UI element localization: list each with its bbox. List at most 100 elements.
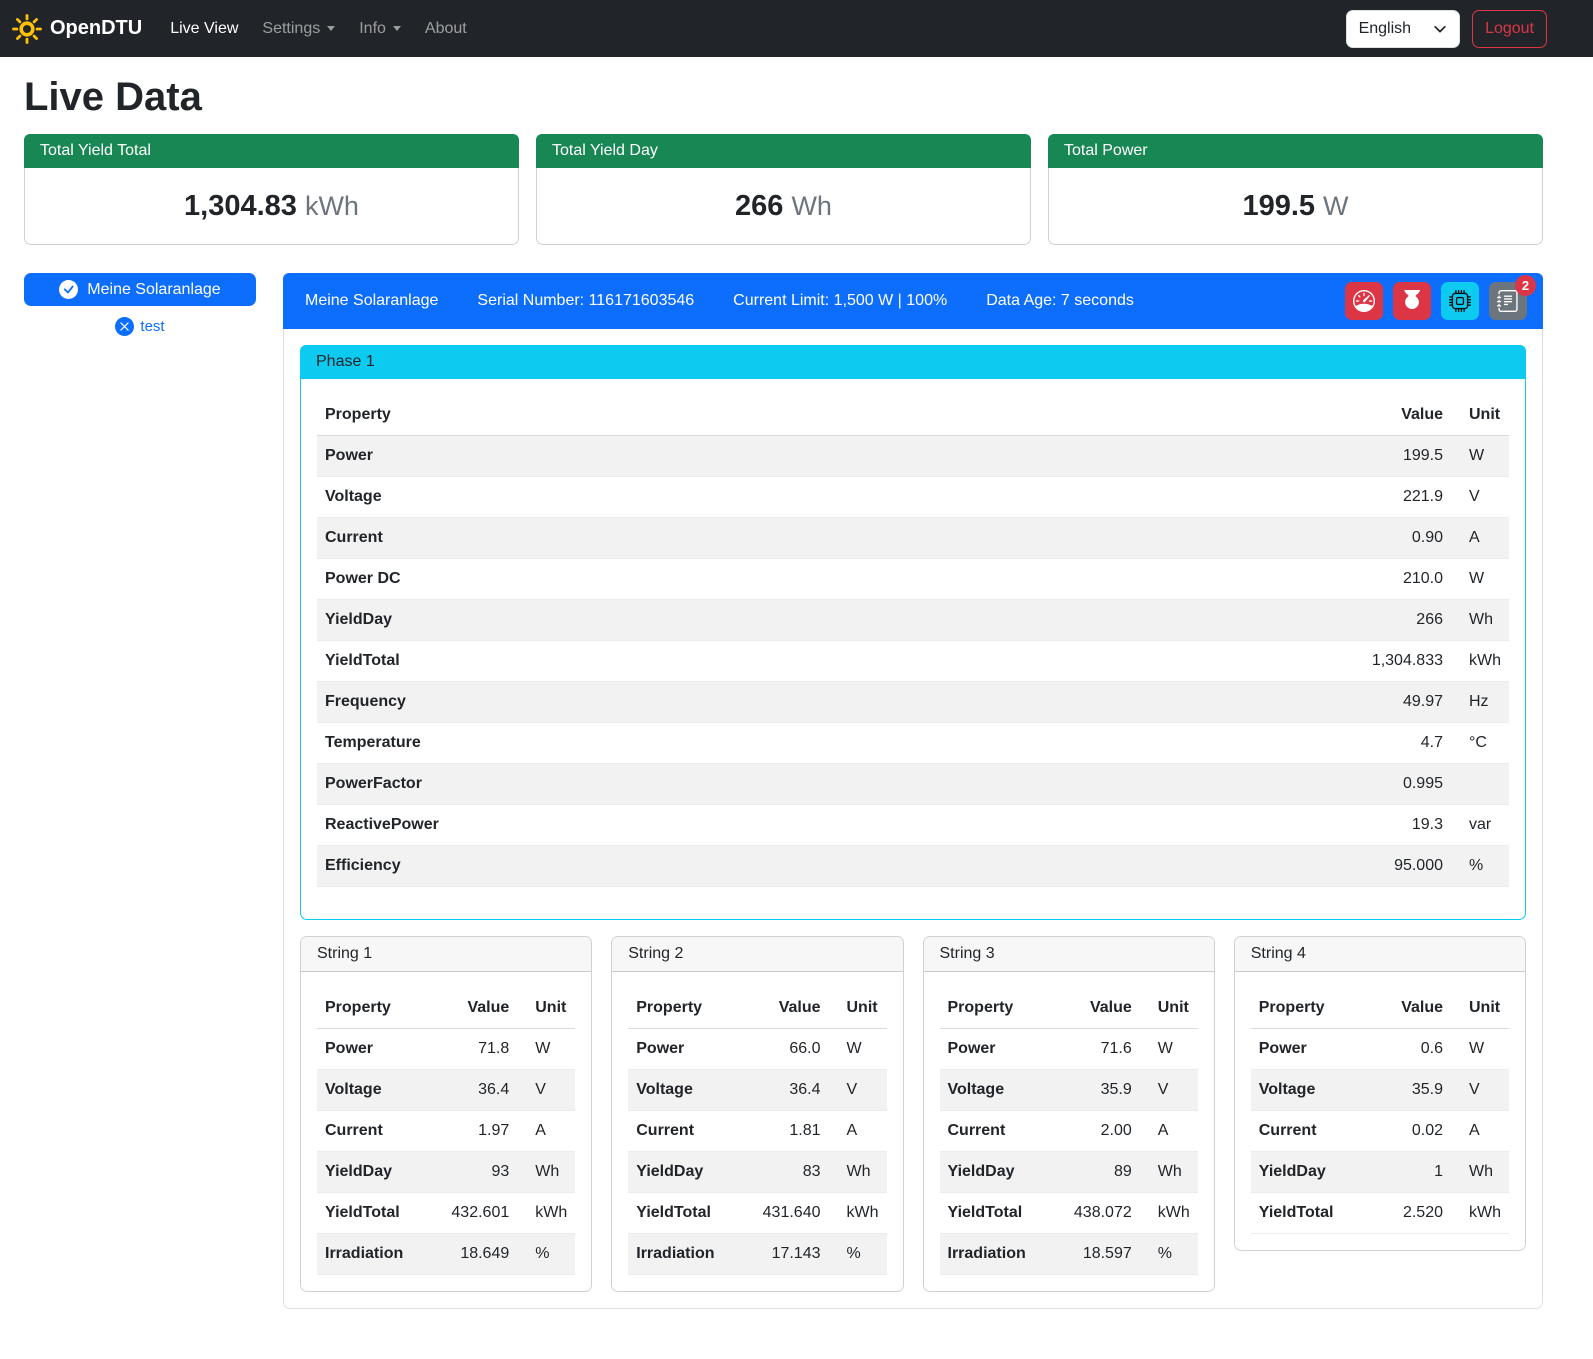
page-title: Live Data [24, 75, 1543, 120]
unit-cell: Hz [1451, 682, 1509, 723]
column-header: Property [1251, 988, 1373, 1029]
string-card-title: String 3 [924, 937, 1214, 972]
table-row: Temperature4.7°C [317, 723, 1509, 764]
brand[interactable]: OpenDTU [12, 14, 142, 44]
nav-item-info[interactable]: Info [347, 12, 413, 46]
property-cell: Irradiation [317, 1234, 429, 1275]
chevron-down-icon [1433, 22, 1447, 36]
value-cell: 2.520 [1373, 1193, 1451, 1234]
card-title: Total Yield Day [536, 134, 1031, 168]
inverter-data-age: Data Age: 7 seconds [986, 292, 1134, 310]
string-card-body: PropertyValueUnitPower71.8WVoltage36.4VC… [301, 972, 591, 1275]
property-cell: PowerFactor [317, 764, 995, 805]
inverter-item-test[interactable]: test [24, 317, 256, 336]
unit-cell: W [1451, 436, 1509, 477]
card-value: 1,304.83 kWh [25, 168, 518, 244]
column-header: Value [741, 988, 829, 1029]
value-cell: 93 [429, 1152, 517, 1193]
property-cell: Temperature [317, 723, 995, 764]
value-cell: 0.995 [995, 764, 1451, 805]
table-row: YieldDay89Wh [940, 1152, 1198, 1193]
value-cell: 17.143 [741, 1234, 829, 1275]
property-cell: YieldDay [317, 600, 995, 641]
table-row: Voltage35.9V [1251, 1070, 1509, 1111]
unit-cell: Wh [829, 1152, 887, 1193]
navbar: OpenDTU Live View Settings Info About En… [0, 0, 1593, 57]
unit-cell: V [1451, 1070, 1509, 1111]
string-2-card: String 2 PropertyValueUnitPower66.0WVolt… [611, 936, 903, 1292]
cpu-icon [1449, 290, 1471, 312]
property-cell: Efficiency [317, 846, 995, 887]
string-4-card: String 4 PropertyValueUnitPower0.6WVolta… [1234, 936, 1526, 1251]
selected-inverter-label: Meine Solaranlage [87, 281, 220, 299]
table-row: Voltage36.4V [628, 1070, 886, 1111]
table-row: Current1.81A [628, 1111, 886, 1152]
string-1-table: PropertyValueUnitPower71.8WVoltage36.4VC… [317, 988, 575, 1275]
power-control-button[interactable] [1393, 282, 1431, 320]
property-cell: YieldTotal [940, 1193, 1052, 1234]
value-cell: 210.0 [995, 559, 1451, 600]
column-header: Unit [517, 988, 575, 1029]
string-card-title: String 1 [301, 937, 591, 972]
language-select[interactable]: English [1346, 10, 1460, 48]
table-row: Power0.6W [1251, 1029, 1509, 1070]
inverter-actions: 2 [1345, 282, 1527, 320]
inverter-item-label: test [140, 318, 164, 335]
column-header: Unit [829, 988, 887, 1029]
unit-cell: Wh [517, 1152, 575, 1193]
table-row: Irradiation18.597% [940, 1234, 1198, 1275]
navbar-right: English Logout [1346, 10, 1547, 48]
limit-settings-button[interactable] [1345, 282, 1383, 320]
unit-cell: W [829, 1029, 887, 1070]
unit-cell: kWh [1140, 1193, 1198, 1234]
nav-item-about[interactable]: About [413, 12, 479, 46]
caret-down-icon [327, 26, 335, 31]
power-icon [1401, 290, 1423, 312]
value: 199.5 [1242, 190, 1315, 222]
event-log-button[interactable]: 2 [1489, 282, 1527, 320]
value-cell: 1.81 [741, 1111, 829, 1152]
card-title: Total Power [1048, 134, 1543, 168]
column-header: Unit [1451, 395, 1509, 436]
inverter-limit: Current Limit: 1,500 W | 100% [733, 292, 947, 310]
table-row: ReactivePower19.3var [317, 805, 1509, 846]
value-cell: 19.3 [995, 805, 1451, 846]
unit-cell: A [829, 1111, 887, 1152]
value: 1,304.83 [184, 190, 297, 222]
total-yield-total-card: Total Yield Total 1,304.83 kWh [24, 134, 519, 245]
property-cell: Frequency [317, 682, 995, 723]
summary-cards-row: Total Yield Total 1,304.83 kWh Total Yiel… [24, 134, 1543, 245]
table-row: Frequency49.97Hz [317, 682, 1509, 723]
card-value: 266Wh [537, 168, 1030, 244]
string-card-body: PropertyValueUnitPower66.0WVoltage36.4VC… [612, 972, 902, 1275]
phase-panel-body: PropertyValueUnitPower199.5WVoltage221.9… [301, 379, 1525, 919]
table-row: Power66.0W [628, 1029, 886, 1070]
value-cell: 2.00 [1052, 1111, 1140, 1152]
table-row: Voltage221.9V [317, 477, 1509, 518]
table-row: YieldDay1Wh [1251, 1152, 1509, 1193]
nav-item-label: Info [359, 20, 386, 38]
string-2-table: PropertyValueUnitPower66.0WVoltage36.4VC… [628, 988, 886, 1275]
column-header: Value [429, 988, 517, 1029]
property-cell: Voltage [628, 1070, 740, 1111]
nav-item-live-view[interactable]: Live View [158, 12, 250, 46]
value-cell: 36.4 [741, 1070, 829, 1111]
device-info-button[interactable] [1441, 282, 1479, 320]
property-cell: YieldTotal [317, 1193, 429, 1234]
table-row: YieldTotal438.072kWh [940, 1193, 1198, 1234]
property-cell: YieldDay [1251, 1152, 1373, 1193]
total-power-card: Total Power 199.5W [1048, 134, 1543, 245]
value-cell: 71.8 [429, 1029, 517, 1070]
caret-down-icon [393, 26, 401, 31]
table-header-row: PropertyValueUnit [940, 988, 1198, 1029]
unit: kWh [305, 191, 359, 221]
value-cell: 432.601 [429, 1193, 517, 1234]
value-cell: 221.9 [995, 477, 1451, 518]
logout-button[interactable]: Logout [1472, 10, 1547, 48]
selected-inverter-button[interactable]: Meine Solaranlage [24, 273, 256, 306]
nav-item-settings[interactable]: Settings [250, 12, 347, 46]
brand-label: OpenDTU [50, 17, 142, 40]
card-title: Total Yield Total [24, 134, 519, 168]
string-3-table: PropertyValueUnitPower71.6WVoltage35.9VC… [940, 988, 1198, 1275]
column-header: Property [317, 395, 995, 436]
